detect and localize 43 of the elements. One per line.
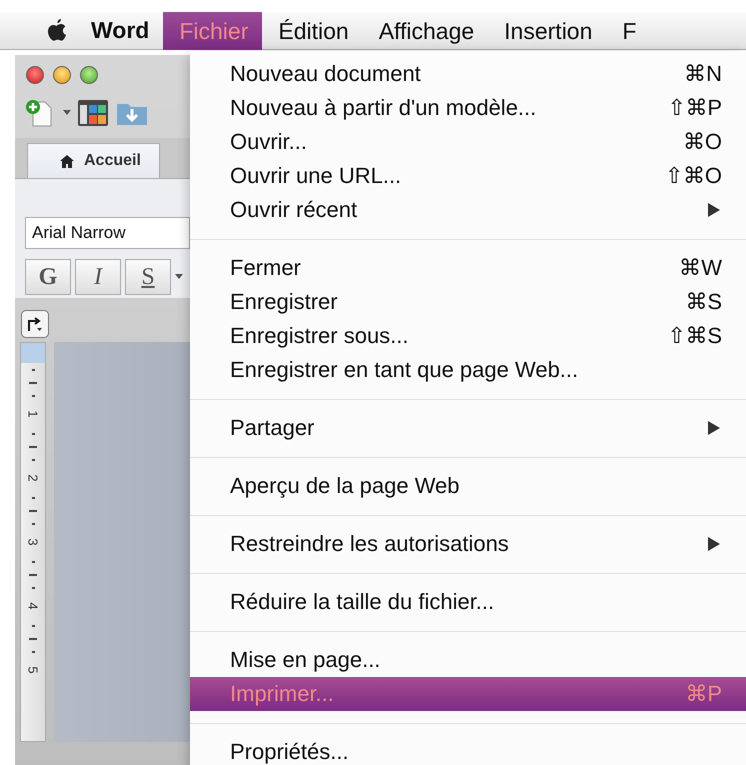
ruler-number: 5 <box>27 666 39 674</box>
home-icon <box>60 154 74 168</box>
minimize-button[interactable] <box>53 66 71 84</box>
dropdown-caret-icon[interactable] <box>175 274 183 280</box>
submenu-arrow-icon <box>708 421 720 435</box>
menu-item[interactable]: Réduire la taille du fichier... <box>190 585 746 619</box>
ruler-number: 3 <box>27 538 39 546</box>
menu-item[interactable]: Fermer ⌘W <box>190 251 746 285</box>
format-button[interactable]: G <box>25 259 71 295</box>
tab-stop-button[interactable] <box>21 310 49 338</box>
ruler-number: 2 <box>27 474 39 482</box>
ruler-number: 1 <box>27 410 39 418</box>
ruler-number: 4 <box>27 602 39 610</box>
menubar-item[interactable]: Affichage <box>362 12 488 50</box>
menubar-item[interactable]: F <box>606 12 650 50</box>
menu-item[interactable]: Partager <box>190 411 746 445</box>
app-name[interactable]: Word <box>91 17 150 44</box>
ruler-margin-marker <box>21 343 45 363</box>
menubar-item[interactable]: Édition <box>262 12 363 50</box>
menubar-item[interactable]: Insertion <box>488 12 606 50</box>
close-button[interactable] <box>26 66 44 84</box>
menu-item[interactable]: Ouvrir une URL... ⇧⌘O <box>190 159 746 193</box>
submenu-arrow-icon <box>708 203 720 217</box>
menu-item[interactable]: Restreindre les autorisations <box>190 527 746 561</box>
menu-item[interactable]: Ouvrir récent <box>190 193 746 227</box>
submenu-arrow-icon <box>708 537 720 551</box>
menu-item[interactable]: Aperçu de la page Web <box>190 469 746 503</box>
tab-stop-icon <box>27 316 43 332</box>
home-tab[interactable]: Accueil <box>27 143 160 178</box>
menu-item[interactable]: Enregistrer ⌘S <box>190 285 746 319</box>
menu-item[interactable]: Enregistrer sous... ⇧⌘S <box>190 319 746 353</box>
zoom-button[interactable] <box>80 66 98 84</box>
format-button[interactable]: I <box>75 259 121 295</box>
gallery-icon[interactable] <box>77 99 109 127</box>
menu-item[interactable]: Enregistrer en tant que page Web... <box>190 353 746 387</box>
menu-item[interactable]: Nouveau document ⌘N <box>190 57 746 91</box>
menu-item[interactable]: Ouvrir... ⌘O <box>190 125 746 159</box>
menu-item[interactable]: Nouveau à partir d'un modèle... ⇧⌘P <box>190 91 746 125</box>
menu-item[interactable]: Mise en page... <box>190 643 746 677</box>
font-field[interactable]: Arial Narrow <box>25 217 190 249</box>
format-button[interactable]: S <box>125 259 171 295</box>
menu-item[interactable]: Propriétés... <box>190 735 746 765</box>
dropdown-caret-icon[interactable] <box>63 110 71 116</box>
